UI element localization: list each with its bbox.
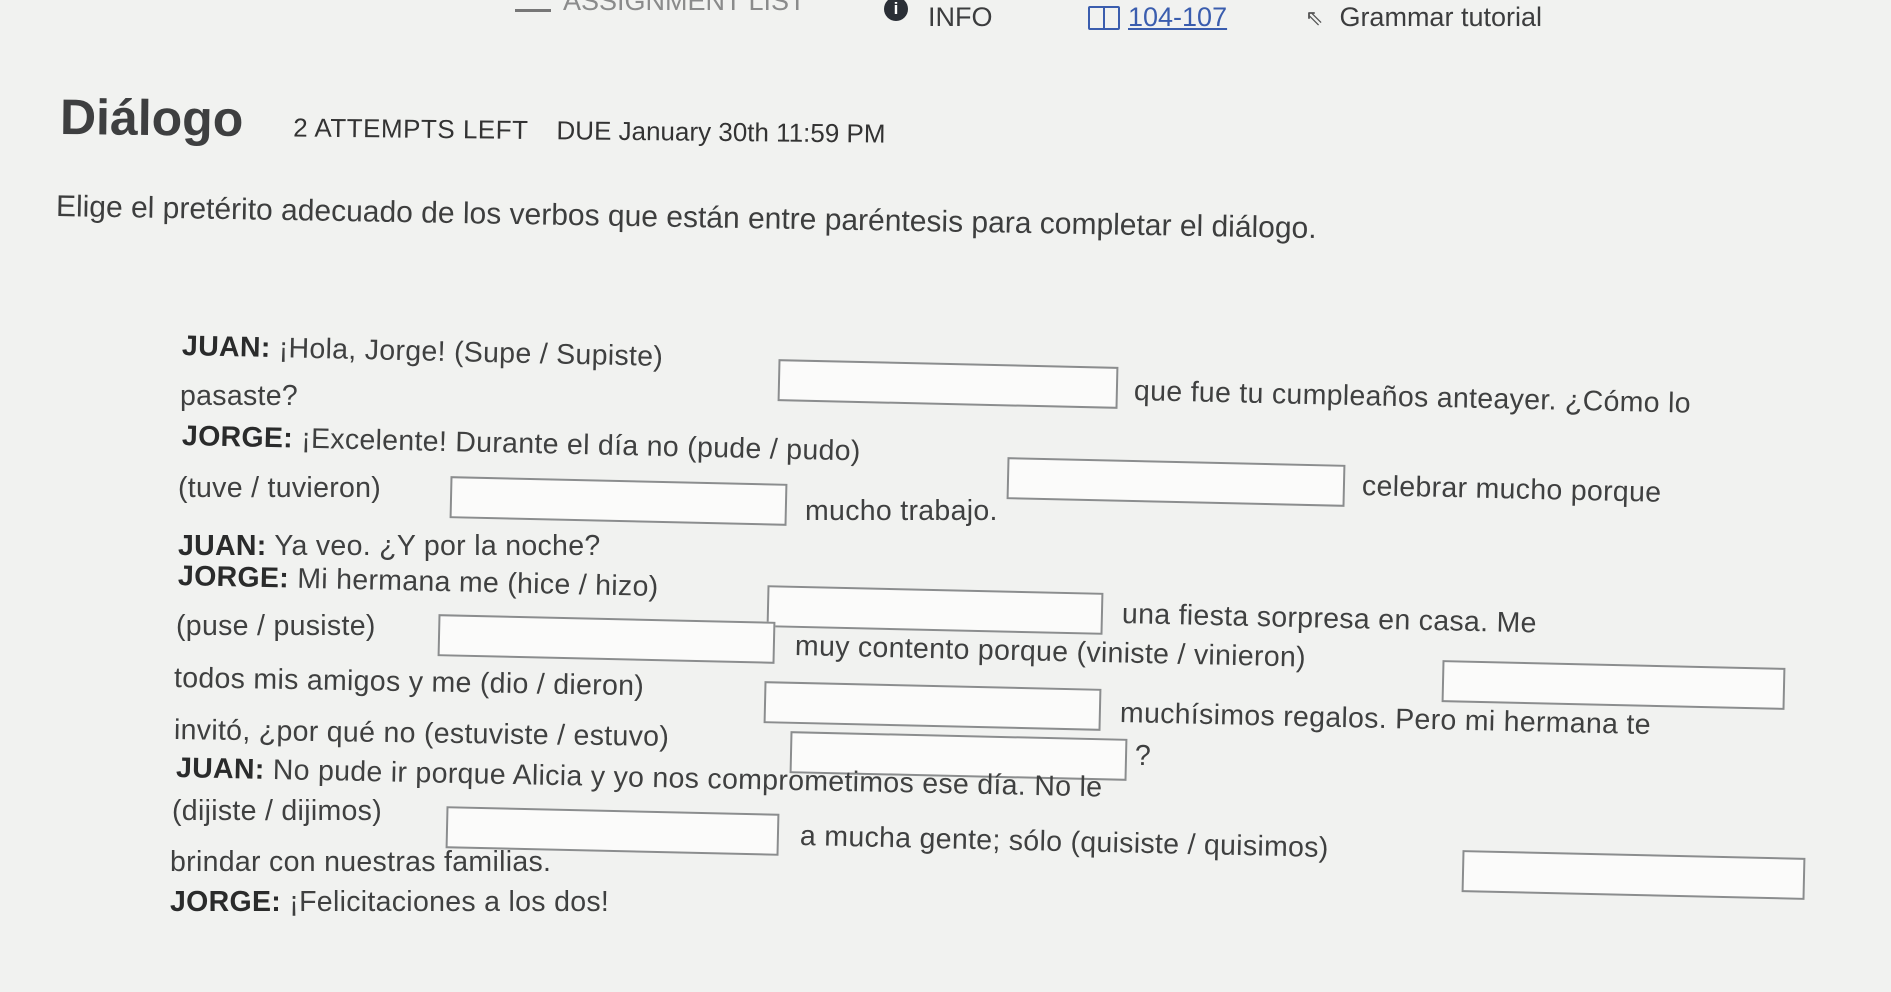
speaker-label: JUAN: [181,330,271,365]
dialog-line: todos mis amigos y me (dio / dieron) [174,662,645,703]
dialog-line: JUAN: Ya veo. ¿Y por la noche? [178,530,601,563]
dialog-line: brindar con nuestras familias. [170,846,551,879]
dialog-text: ¡Hola, Jorge! (Supe / Supiste) [278,332,664,373]
dialog-line: una fiesta sorpresa en casa. Me [1121,598,1538,640]
dialog-line: JUAN: ¡Hola, Jorge! (Supe / Supiste) [182,330,664,374]
answer-blank-1[interactable] [777,359,1119,409]
dialog-text: a mucha gente; sólo (quisiste / quisimos… [799,820,1329,864]
dialog-line: pasaste? [180,380,298,413]
dialog-line: (tuve / tuvieron) [178,472,381,505]
dialog-text: una fiesta sorpresa en casa. Me [1121,598,1538,640]
speaker-label: JUAN: [178,530,267,562]
dialog: JUAN: ¡Hola, Jorge! (Supe / Supiste) que… [0,0,1891,992]
speaker-label: JORGE: [170,886,282,918]
answer-blank-4[interactable] [766,585,1104,635]
dialog-text: que fue tu cumpleaños anteayer. ¿Cómo lo [1133,375,1692,420]
dialog-text: ¡Excelente! Durante el día no (pude / pu… [300,422,861,468]
dialog-text: Mi hermana me (hice / hizo) [296,562,659,603]
dialog-text: brindar con nuestras familias. [170,846,552,878]
answer-blank-2[interactable] [1006,457,1346,507]
dialog-line: mucho trabajo. [805,495,998,528]
dialog-text: invitó, ¿por qué no (estuviste / estuvo) [173,714,670,753]
dialog-line: invitó, ¿por qué no (estuviste / estuvo) [174,714,670,754]
dialog-text: todos mis amigos y me (dio / dieron) [173,662,645,703]
dialog-line: (dijiste / dijimos) [172,795,382,828]
dialog-line: celebrar mucho porque [1362,470,1662,510]
dialog-text: mucho trabajo. [805,495,998,527]
dialog-line: ? [1135,740,1151,773]
dialog-line: a mucha gente; sólo (quisiste / quisimos… [800,820,1329,865]
answer-blank-6[interactable] [1441,660,1786,710]
dialog-line: (puse / pusiste) [176,610,376,643]
dialog-text: (dijiste / dijimos) [172,795,382,827]
dialog-text: celebrar mucho porque [1361,470,1662,509]
dialog-text: Ya veo. ¿Y por la noche? [274,530,601,562]
answer-blank-10[interactable] [1461,850,1806,900]
answer-blank-7[interactable] [763,681,1102,731]
dialog-line: JORGE: ¡Excelente! Durante el día no (pu… [182,420,861,468]
answer-blank-3[interactable] [449,476,788,526]
dialog-line: muy contento porque (viniste / vinieron) [795,630,1307,675]
speaker-label: JORGE: [181,420,294,455]
speaker-label: JORGE: [177,560,290,595]
dialog-text: pasaste? [180,380,299,412]
dialog-line: JORGE: Mi hermana me (hice / hizo) [178,560,659,604]
dialog-text: (tuve / tuvieron) [178,472,382,504]
dialog-text: (puse / pusiste) [176,610,376,642]
dialog-line: JORGE: ¡Felicitaciones a los dos! [170,886,609,919]
dialog-text: muy contento porque (viniste / vinieron) [794,630,1307,674]
speaker-label: JUAN: [175,752,265,786]
dialog-text: ¡Felicitaciones a los dos! [289,886,610,918]
dialog-line: que fue tu cumpleaños anteayer. ¿Cómo lo [1134,375,1692,421]
answer-blank-5[interactable] [437,614,776,664]
dialog-text: ? [1135,740,1152,772]
